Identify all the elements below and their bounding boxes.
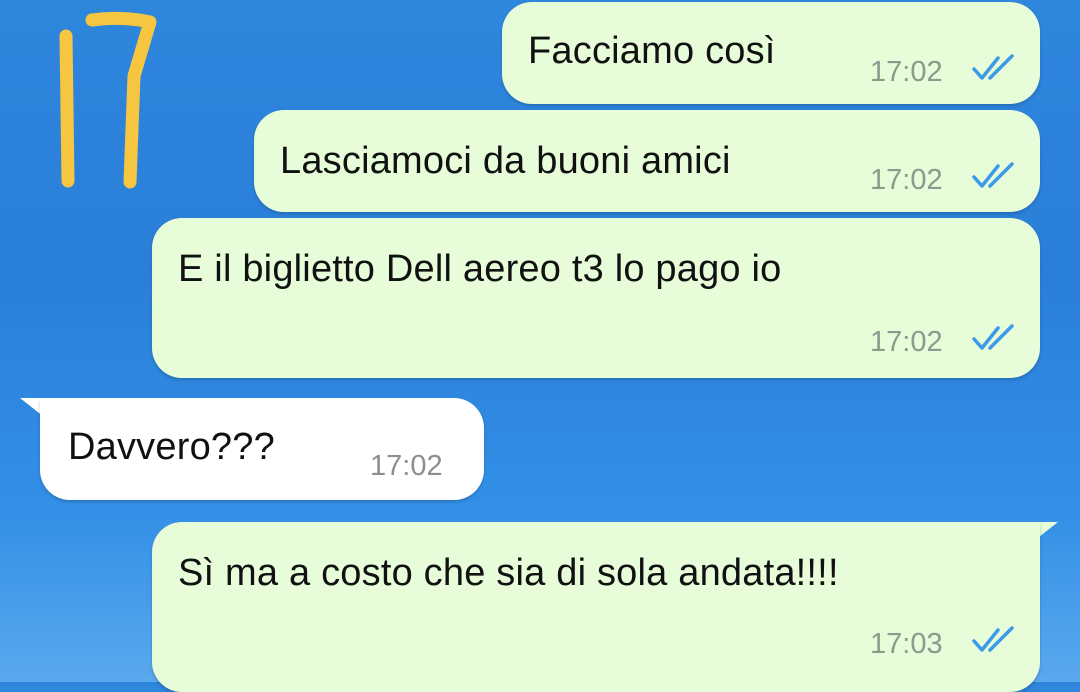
message-bubble-incoming[interactable]: Davvero??? 17:02 bbox=[40, 398, 484, 500]
message-timestamp: 17:02 bbox=[870, 164, 943, 196]
message-text: Davvero??? bbox=[68, 426, 275, 468]
message-text: Lasciamoci da buoni amici bbox=[280, 140, 731, 182]
double-check-icon bbox=[972, 626, 1014, 652]
message-bubble-outgoing[interactable]: E il biglietto Dell aereo t3 lo pago io … bbox=[152, 218, 1040, 378]
annotation-17-drawing bbox=[59, 11, 157, 189]
message-text: Sì ma a costo che sia di sola andata!!!! bbox=[178, 552, 839, 594]
message-text: Facciamo così bbox=[528, 30, 776, 72]
double-check-icon bbox=[972, 324, 1014, 350]
double-check-icon bbox=[972, 162, 1014, 188]
message-text: E il biglietto Dell aereo t3 lo pago io bbox=[178, 248, 782, 290]
message-bubble-outgoing[interactable]: Facciamo così 17:02 bbox=[502, 2, 1040, 104]
double-check-icon bbox=[972, 54, 1014, 80]
message-timestamp: 17:03 bbox=[870, 628, 943, 660]
message-bubble-outgoing[interactable]: Sì ma a costo che sia di sola andata!!!!… bbox=[152, 522, 1040, 692]
message-bubble-outgoing[interactable]: Lasciamoci da buoni amici 17:02 bbox=[254, 110, 1040, 212]
handwritten-annotation bbox=[52, 6, 162, 196]
message-timestamp: 17:02 bbox=[870, 56, 943, 88]
message-timestamp: 17:02 bbox=[370, 450, 443, 482]
message-timestamp: 17:02 bbox=[870, 326, 943, 358]
